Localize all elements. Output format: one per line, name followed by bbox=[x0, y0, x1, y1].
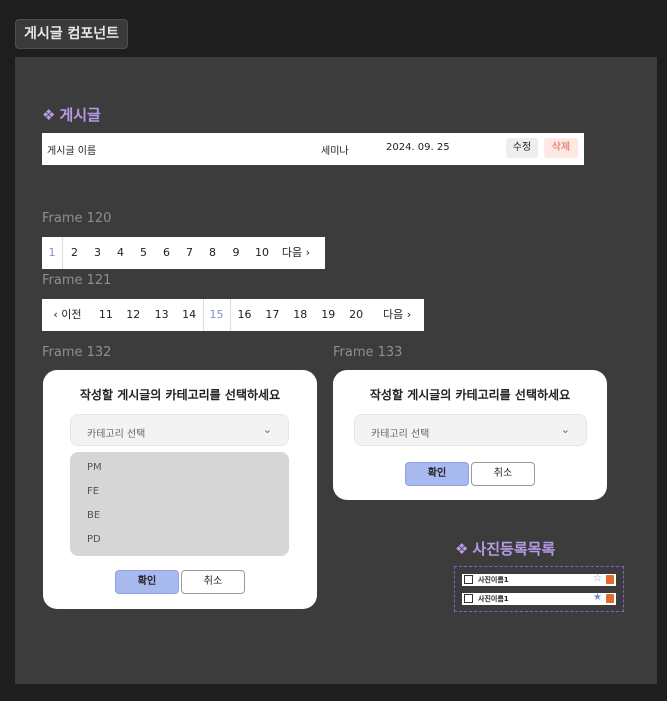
chevron-down-icon: ⌄ bbox=[262, 423, 272, 436]
page-button[interactable]: 18 bbox=[286, 299, 314, 331]
cancel-button[interactable]: 취소 bbox=[471, 462, 535, 486]
photo-name: 사진이름1 bbox=[478, 595, 509, 603]
confirm-button[interactable]: 확인 bbox=[115, 570, 179, 594]
post-section-title: ❖ 게시글 bbox=[42, 104, 101, 125]
option-item[interactable]: FE bbox=[87, 486, 99, 497]
page-button[interactable]: 19 bbox=[314, 299, 342, 331]
next-page-button[interactable]: 다음 › bbox=[276, 237, 316, 269]
page-button[interactable]: 3 bbox=[86, 237, 109, 269]
category-select-placeholder: 카테고리 선택 bbox=[87, 429, 146, 440]
page-button[interactable]: 12 bbox=[119, 299, 148, 331]
category-select[interactable]: 카테고리 선택 ⌄ bbox=[354, 414, 587, 446]
post-row[interactable]: 게시글 이름 세미나 2024. 09. 25 수정 삭제 bbox=[42, 133, 584, 165]
category-select[interactable]: 카테고리 선택 ⌄ bbox=[70, 414, 289, 446]
post-name: 게시글 이름 bbox=[47, 146, 97, 157]
photo-item[interactable]: 사진이름1 ☆ bbox=[462, 573, 616, 586]
photo-name: 사진이름1 bbox=[478, 576, 509, 584]
prev-page-button[interactable]: ‹ 이전 bbox=[42, 299, 93, 331]
category-select-placeholder: 카테고리 선택 bbox=[371, 429, 430, 440]
image-icon bbox=[464, 594, 473, 603]
page-tag: 게시글 컴포넌트 bbox=[15, 19, 129, 49]
page-button[interactable]: 1 bbox=[42, 237, 63, 269]
page-button[interactable]: 16 bbox=[231, 299, 259, 331]
photo-section-title-text: 사진등록목록 bbox=[472, 540, 556, 558]
diamond-icon: ❖ bbox=[42, 106, 56, 124]
page-button[interactable]: 4 bbox=[109, 237, 132, 269]
post-date: 2024. 09. 25 bbox=[386, 142, 450, 153]
option-item[interactable]: PM bbox=[87, 462, 102, 473]
page-button[interactable]: 15 bbox=[202, 299, 231, 331]
category-modal-open: 작성할 게시글의 카테고리를 선택하세요 카테고리 선택 ⌄ PM FE BE … bbox=[43, 370, 317, 609]
page-button[interactable]: 10 bbox=[248, 237, 276, 269]
canvas: ❖ 게시글 게시글 이름 세미나 2024. 09. 25 수정 삭제 Frame… bbox=[15, 57, 657, 684]
cancel-button[interactable]: 취소 bbox=[181, 570, 245, 594]
photo-item[interactable]: 사진이름1 ★ bbox=[462, 592, 616, 605]
modal-title: 작성할 게시글의 카테고리를 선택하세요 bbox=[369, 388, 571, 402]
category-options: PM FE BE PD bbox=[70, 452, 289, 556]
page-button[interactable]: 17 bbox=[258, 299, 286, 331]
page-button[interactable]: 14 bbox=[176, 299, 203, 331]
page-button[interactable]: 11 bbox=[93, 299, 119, 331]
page-button[interactable]: 7 bbox=[178, 237, 201, 269]
diamond-icon: ❖ bbox=[455, 540, 469, 558]
photo-list: 사진이름1 ☆ 사진이름1 ★ bbox=[454, 566, 624, 612]
page-button[interactable]: 2 bbox=[63, 237, 86, 269]
pagination-121: ‹ 이전 11 12 13 14 15 16 17 18 19 20 다음 › bbox=[42, 299, 424, 331]
photo-section-title: ❖ 사진등록목록 bbox=[455, 538, 555, 559]
post-section-title-text: 게시글 bbox=[59, 106, 101, 124]
next-page-button[interactable]: 다음 › bbox=[370, 299, 424, 331]
page-button[interactable]: 20 bbox=[342, 299, 370, 331]
trash-icon[interactable] bbox=[606, 575, 614, 584]
post-category: 세미나 bbox=[321, 146, 349, 157]
star-filled-icon[interactable]: ★ bbox=[593, 592, 602, 603]
page-button[interactable]: 13 bbox=[148, 299, 176, 331]
edit-button[interactable]: 수정 bbox=[506, 138, 538, 158]
option-item[interactable]: PD bbox=[87, 534, 101, 545]
confirm-button[interactable]: 확인 bbox=[405, 462, 469, 486]
page-button[interactable]: 6 bbox=[155, 237, 178, 269]
frame133-label: Frame 133 bbox=[333, 345, 403, 360]
trash-icon[interactable] bbox=[606, 594, 614, 603]
page-button[interactable]: 5 bbox=[132, 237, 155, 269]
frame121-label: Frame 121 bbox=[42, 273, 112, 288]
frame120-label: Frame 120 bbox=[42, 211, 112, 226]
image-icon bbox=[464, 575, 473, 584]
option-item[interactable]: BE bbox=[87, 510, 100, 521]
star-outline-icon[interactable]: ☆ bbox=[593, 573, 602, 584]
category-modal-closed: 작성할 게시글의 카테고리를 선택하세요 카테고리 선택 ⌄ 확인 취소 bbox=[333, 370, 607, 500]
page-button[interactable]: 8 bbox=[201, 237, 224, 269]
frame132-label: Frame 132 bbox=[42, 345, 112, 360]
delete-button[interactable]: 삭제 bbox=[544, 138, 578, 158]
chevron-down-icon: ⌄ bbox=[560, 423, 570, 436]
page-button[interactable]: 9 bbox=[224, 237, 248, 269]
pagination-120: 1 2 3 4 5 6 7 8 9 10 다음 › bbox=[42, 237, 325, 269]
modal-title: 작성할 게시글의 카테고리를 선택하세요 bbox=[79, 388, 281, 402]
